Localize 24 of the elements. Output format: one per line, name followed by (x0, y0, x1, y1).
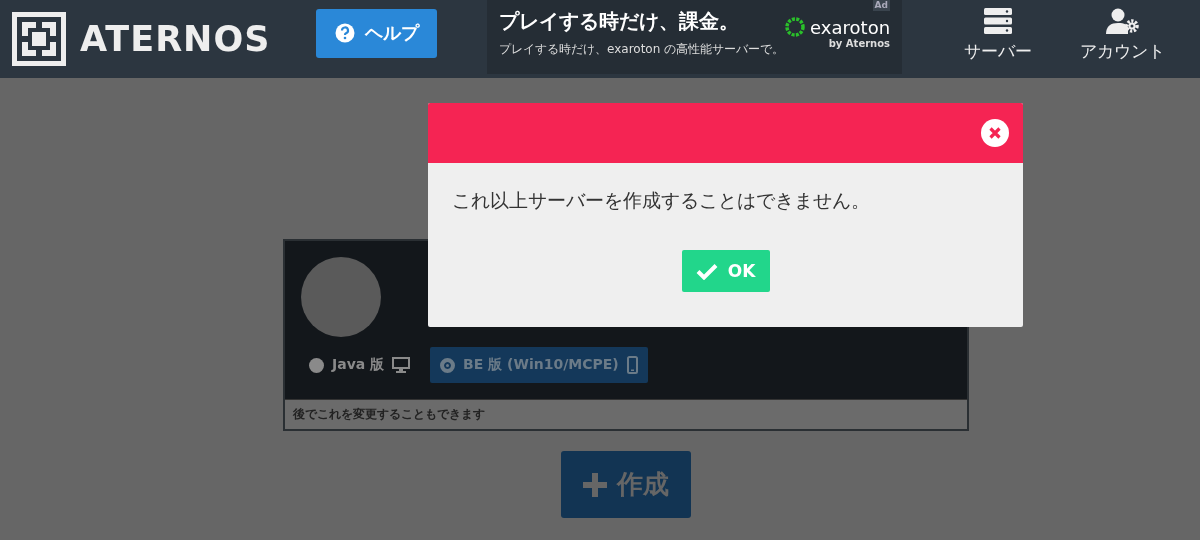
help-icon (334, 23, 355, 43)
brand-name: exaroton (810, 16, 891, 38)
edition-option[interactable]: Java 版 (301, 347, 421, 383)
plus-icon (583, 472, 607, 497)
logo-icon (12, 12, 66, 66)
phone-icon (626, 356, 638, 374)
user-settings-icon (1105, 7, 1140, 34)
ad-subline: プレイする時だけ、exaroton の高性能サーバーで。 (499, 41, 785, 58)
ring-logo-icon (784, 16, 807, 38)
brand-tagline: by Aternos (828, 38, 891, 49)
edition-option[interactable]: BE 版 (Win10/MCPE) (430, 347, 648, 383)
monitor-icon (392, 357, 411, 373)
help-button[interactable]: ヘルプ (316, 8, 437, 58)
check-icon (695, 262, 718, 280)
ad-banner[interactable]: Ad プレイする時だけ、課金。 プレイする時だけ、exaroton の高性能サーバーで。 exaroton by Aternos (487, 0, 902, 74)
nav-link[interactable]: サーバー (964, 7, 1032, 63)
logo-text: ATERNOS (80, 19, 271, 59)
close-icon[interactable] (981, 119, 1009, 147)
dialog-message: これ以上サーバーを作成することはできません。 (452, 188, 871, 213)
hint-text: 後でこれを変更することもできます (285, 399, 967, 429)
server-icon (984, 7, 1012, 34)
ad-badge: Ad (872, 0, 890, 11)
ad-headline: プレイする時だけ、課金。 (499, 8, 740, 35)
nav-link[interactable]: アカウント (1080, 7, 1165, 63)
